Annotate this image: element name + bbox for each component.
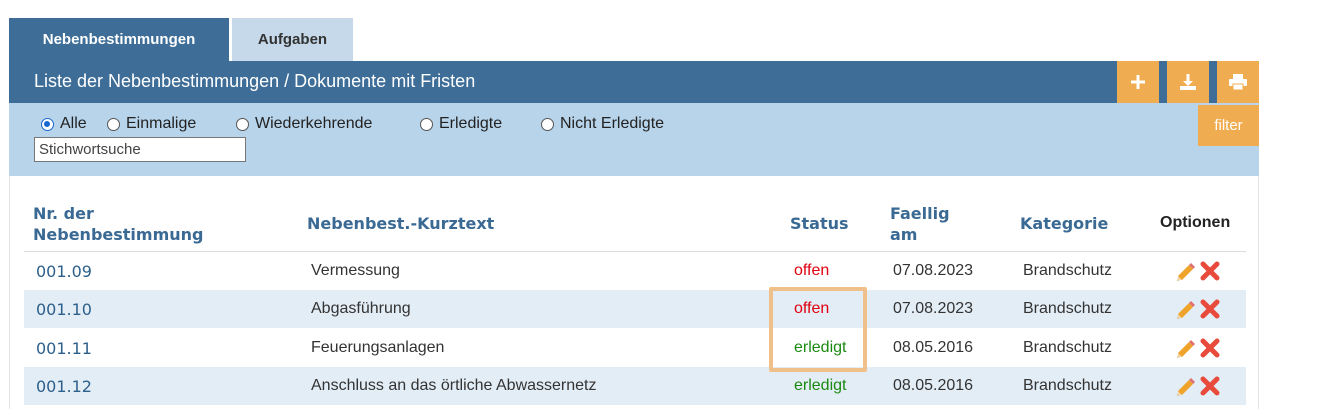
cell-nr[interactable]: 001.10 xyxy=(36,290,92,328)
pencil-icon[interactable] xyxy=(1174,298,1196,320)
radio-label: Nicht Erledigte xyxy=(560,115,665,132)
search-input[interactable] xyxy=(34,137,246,162)
filter-bar: Alle Einmalige Wiederkehrende Erledigte … xyxy=(9,103,1259,176)
radio-button[interactable] xyxy=(236,117,249,131)
cell-kategorie: Brandschutz xyxy=(1023,262,1112,279)
column-header-nr[interactable]: Nr. der Nebenbestimmung xyxy=(33,203,203,245)
radio-label: Wiederkehrende xyxy=(255,115,373,132)
highlight-box xyxy=(769,287,867,372)
header-text: Nebenbestimmung xyxy=(33,225,204,244)
column-header-optionen: Optionen xyxy=(1160,214,1231,231)
radio-button[interactable] xyxy=(420,117,433,131)
column-header-kurztext[interactable]: Nebenbest.-Kurztext xyxy=(307,213,494,234)
print-button[interactable] xyxy=(1217,61,1259,103)
radio-label: Erledigte xyxy=(439,115,503,132)
table-row: 001.11 Feuerungsanlagen erledigt 08.05.2… xyxy=(24,329,1246,367)
status-badge: erledigt xyxy=(794,377,847,394)
row-options xyxy=(1174,367,1220,405)
cell-nr[interactable]: 001.12 xyxy=(36,367,92,405)
radio-nicht-erledigte[interactable]: Nicht Erledigte xyxy=(541,115,664,133)
cell-text: Anschluss an das örtliche Abwassernetz xyxy=(311,377,597,394)
radio-einmalige[interactable]: Einmalige xyxy=(107,115,196,133)
cell-date: 07.08.2023 xyxy=(893,262,974,279)
print-icon xyxy=(1229,74,1247,91)
row-options xyxy=(1174,252,1220,290)
radio-erledigte[interactable]: Erledigte xyxy=(420,115,502,133)
header-text: am xyxy=(890,225,918,244)
cell-date: 08.05.2016 xyxy=(893,377,974,394)
row-options xyxy=(1174,329,1220,367)
add-button[interactable] xyxy=(1117,61,1159,103)
table-row: 001.10 Abgasführung offen 07.08.2023 Bra… xyxy=(24,290,1246,328)
status-badge: offen xyxy=(794,262,830,279)
delete-icon[interactable] xyxy=(1200,376,1220,396)
radio-wiederkehrende[interactable]: Wiederkehrende xyxy=(236,115,372,133)
page-title: Liste der Nebenbestimmungen / Dokumente … xyxy=(34,71,476,91)
pencil-icon[interactable] xyxy=(1174,260,1196,282)
download-icon xyxy=(1180,74,1196,90)
download-button[interactable] xyxy=(1167,61,1209,103)
table-row: 001.09 Vermessung offen 07.08.2023 Brand… xyxy=(24,252,1246,290)
plus-icon xyxy=(1131,75,1145,89)
delete-icon[interactable] xyxy=(1200,299,1220,319)
cell-text: Abgasführung xyxy=(311,300,411,317)
table-row: 001.12 Anschluss an das örtliche Abwasse… xyxy=(24,367,1246,405)
cell-text: Vermessung xyxy=(311,262,400,279)
pencil-icon[interactable] xyxy=(1174,375,1196,397)
delete-icon[interactable] xyxy=(1200,338,1220,358)
pencil-icon[interactable] xyxy=(1174,337,1196,359)
tab-aufgaben[interactable]: Aufgaben xyxy=(232,18,353,61)
filter-button[interactable]: filter xyxy=(1198,105,1259,146)
radio-button-checked[interactable] xyxy=(41,117,54,131)
delete-icon[interactable] xyxy=(1200,261,1220,281)
radio-button[interactable] xyxy=(541,117,554,131)
header-text: Faellig xyxy=(890,204,950,223)
radio-button[interactable] xyxy=(107,117,120,131)
tab-nebenbestimmungen[interactable]: Nebenbestimmungen xyxy=(9,18,229,61)
header-text: Nr. der xyxy=(33,204,94,223)
column-header-kategorie[interactable]: Kategorie xyxy=(1020,213,1108,234)
cell-nr[interactable]: 001.11 xyxy=(36,329,92,367)
radio-label: Einmalige xyxy=(126,115,197,132)
cell-date: 08.05.2016 xyxy=(893,339,974,356)
radio-label: Alle xyxy=(60,115,87,132)
cell-text: Feuerungsanlagen xyxy=(311,339,445,356)
cell-date: 07.08.2023 xyxy=(893,300,974,317)
cell-kategorie: Brandschutz xyxy=(1023,377,1112,394)
list-header-bar: Liste der Nebenbestimmungen / Dokumente … xyxy=(9,61,1259,103)
column-header-status[interactable]: Status xyxy=(790,213,849,234)
radio-alle[interactable]: Alle xyxy=(41,115,87,133)
column-header-faellig[interactable]: Faellig am xyxy=(890,203,950,245)
row-options xyxy=(1174,290,1220,328)
cell-kategorie: Brandschutz xyxy=(1023,339,1112,356)
cell-kategorie: Brandschutz xyxy=(1023,300,1112,317)
cell-nr[interactable]: 001.09 xyxy=(36,252,92,290)
